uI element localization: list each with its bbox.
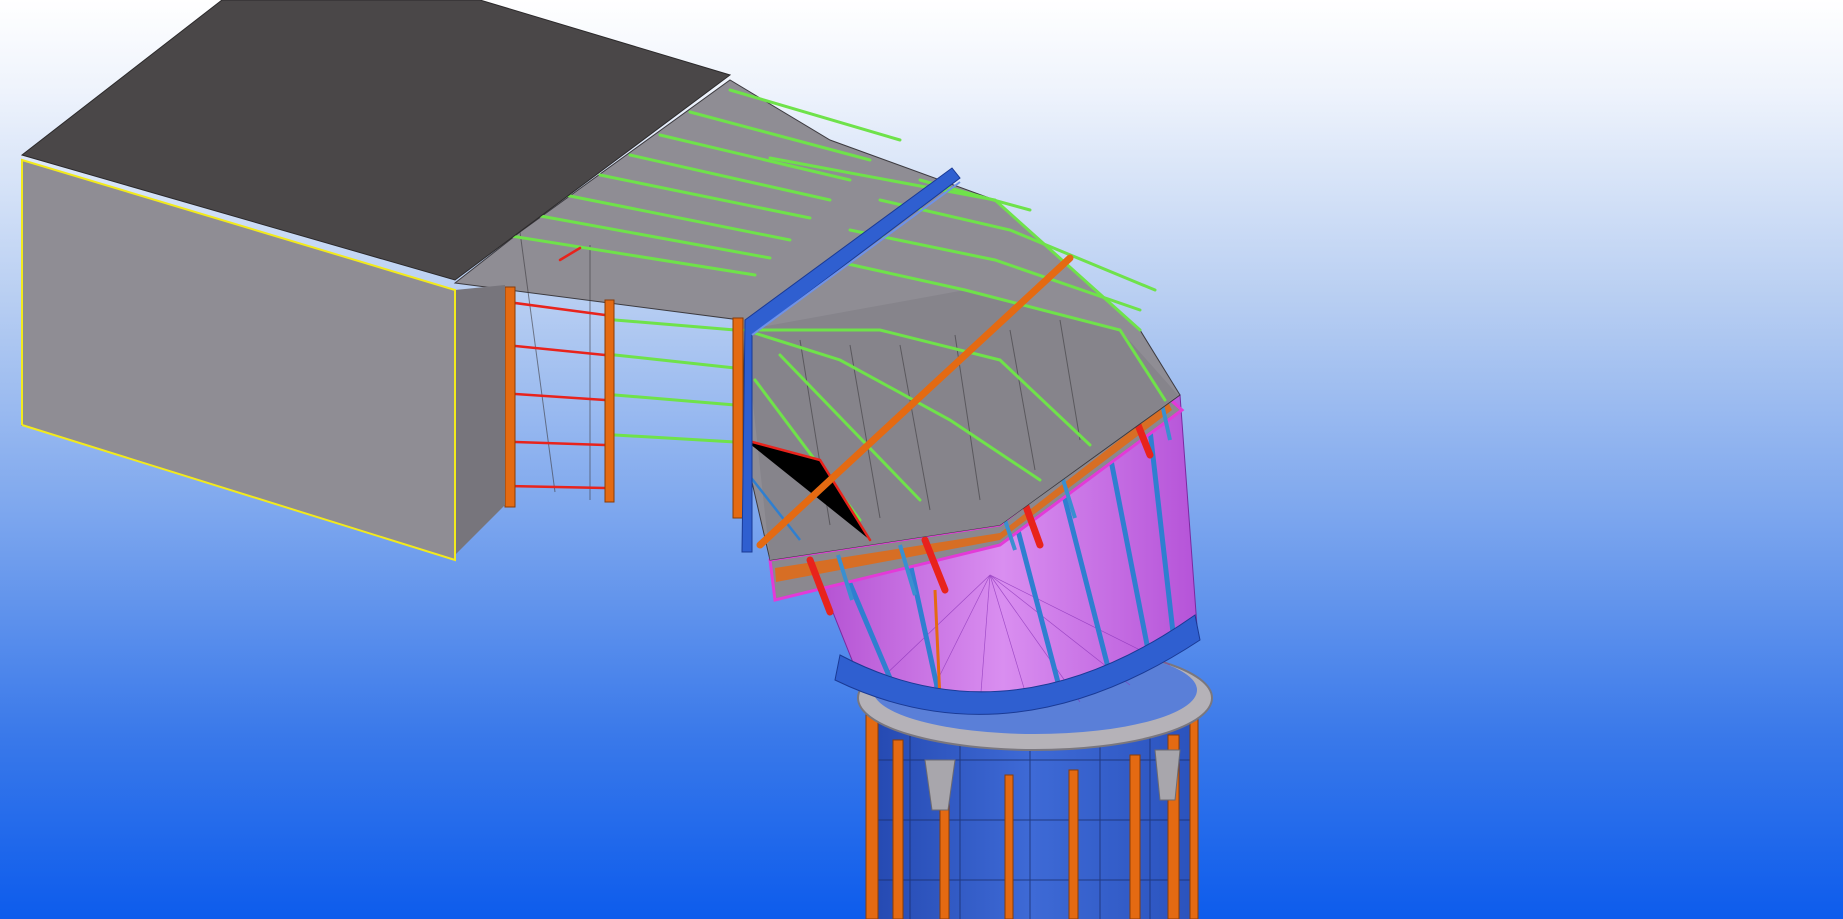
duct-side-face bbox=[455, 285, 505, 555]
model-scene[interactable] bbox=[0, 0, 1843, 919]
3d-viewport[interactable] bbox=[0, 0, 1843, 919]
